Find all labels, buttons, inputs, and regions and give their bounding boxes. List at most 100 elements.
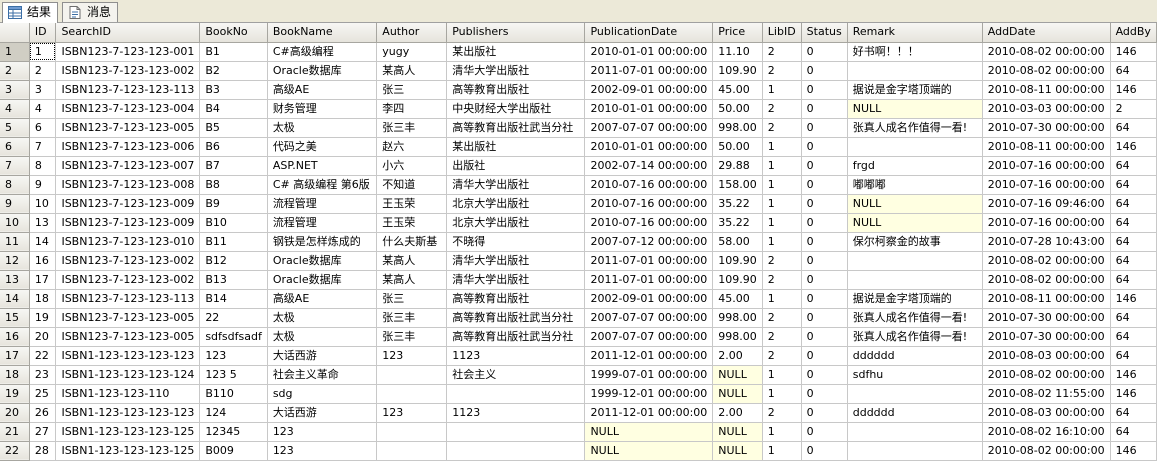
cell-libid[interactable]: 2	[762, 251, 802, 271]
row-number[interactable]: 14	[0, 289, 30, 309]
cell-publishers[interactable]: 清华大学出版社	[446, 251, 586, 271]
cell-bookno[interactable]: B8	[199, 175, 268, 195]
cell-searchid[interactable]: ISBN123-7-123-123-006	[55, 137, 201, 157]
cell-publicationdate[interactable]: 2011-07-01 00:00:00	[584, 251, 714, 271]
cell-searchid[interactable]: ISBN123-7-123-123-001	[55, 42, 201, 62]
cell-publicationdate[interactable]: 2010-07-16 00:00:00	[584, 213, 714, 233]
cell-price[interactable]: 998.00	[712, 308, 763, 328]
cell-publicationdate[interactable]: 2011-12-01 00:00:00	[584, 403, 714, 423]
cell-publishers[interactable]	[446, 441, 586, 461]
cell-id[interactable]: 2	[29, 61, 57, 81]
column-header-addby[interactable]: AddBy	[1110, 23, 1157, 43]
table-row[interactable]: 6 7 ISBN123-7-123-123-006 B6 代码之美 赵六 某出版社 2010-…	[0, 137, 1157, 157]
cell-bookname[interactable]: 大话西游	[267, 403, 378, 423]
cell-publicationdate[interactable]: 1999-12-01 00:00:00	[584, 384, 714, 404]
cell-price[interactable]: NULL	[712, 422, 763, 442]
cell-bookname[interactable]: Oracle数据库	[267, 251, 378, 271]
cell-author[interactable]	[376, 384, 448, 404]
cell-addby[interactable]: 64	[1110, 308, 1157, 328]
cell-remark[interactable]: sdfhu	[847, 365, 983, 385]
cell-id[interactable]: 7	[29, 137, 57, 157]
table-row[interactable]: 5 6 ISBN123-7-123-123-005 B5 太极 张三丰 高等教育出版社武当分…	[0, 118, 1157, 138]
cell-adddate[interactable]: 2010-03-03 00:00:00	[982, 99, 1111, 119]
cell-bookno[interactable]: B110	[199, 384, 268, 404]
table-row[interactable]: 11 14 ISBN123-7-123-123-010 B11 钢铁是怎样炼成的 什么夫斯…	[0, 232, 1157, 252]
cell-adddate[interactable]: 2010-08-02 00:00:00	[982, 365, 1111, 385]
cell-searchid[interactable]: ISBN123-7-123-123-004	[55, 99, 201, 119]
cell-searchid[interactable]: ISBN123-7-123-123-009	[55, 213, 201, 233]
cell-adddate[interactable]: 2010-08-03 00:00:00	[982, 346, 1111, 366]
cell-publicationdate[interactable]: 2010-01-01 00:00:00	[584, 137, 714, 157]
cell-author[interactable]: 小六	[376, 156, 448, 176]
cell-id[interactable]: 22	[29, 346, 57, 366]
cell-author[interactable]: 不知道	[376, 175, 448, 195]
cell-publishers[interactable]: 1123	[446, 403, 586, 423]
cell-status[interactable]: 0	[801, 194, 848, 214]
cell-id[interactable]: 20	[29, 327, 57, 347]
column-header-status[interactable]: Status	[801, 23, 848, 43]
cell-id[interactable]: 4	[29, 99, 57, 119]
cell-publishers[interactable]: 某出版社	[446, 42, 586, 62]
cell-adddate[interactable]: 2010-08-02 00:00:00	[982, 61, 1111, 81]
cell-bookname[interactable]: 太极	[267, 327, 378, 347]
cell-publicationdate[interactable]: 2002-09-01 00:00:00	[584, 80, 714, 100]
cell-status[interactable]: 0	[801, 99, 848, 119]
cell-addby[interactable]: 2	[1110, 99, 1157, 119]
cell-bookno[interactable]: B12	[199, 251, 268, 271]
cell-searchid[interactable]: ISBN123-7-123-123-113	[55, 289, 201, 309]
cell-bookno[interactable]: B9	[199, 194, 268, 214]
cell-price[interactable]: 109.90	[712, 270, 763, 290]
cell-remark[interactable]: dddddd	[847, 403, 983, 423]
cell-remark[interactable]: 保尔柯察金的故事	[847, 232, 983, 252]
cell-price[interactable]: 35.22	[712, 213, 763, 233]
row-number[interactable]: 7	[0, 156, 30, 176]
cell-adddate[interactable]: 2010-07-16 00:00:00	[982, 175, 1111, 195]
cell-searchid[interactable]: ISBN123-7-123-123-007	[55, 156, 201, 176]
cell-publishers[interactable]	[446, 422, 586, 442]
cell-libid[interactable]: 2	[762, 61, 802, 81]
column-header-id[interactable]: ID	[29, 23, 57, 43]
cell-addby[interactable]: 64	[1110, 61, 1157, 81]
cell-remark[interactable]: 张真人成名作值得一看!	[847, 327, 983, 347]
cell-remark[interactable]	[847, 251, 983, 271]
cell-publishers[interactable]: 高等教育出版社	[446, 289, 586, 309]
table-row[interactable]: 15 19 ISBN123-7-123-123-005 22 太极 张三丰 高等教育出版社武…	[0, 308, 1157, 328]
cell-searchid[interactable]: ISBN123-7-123-123-002	[55, 270, 201, 290]
cell-author[interactable]: 某高人	[376, 270, 448, 290]
cell-author[interactable]: 张三丰	[376, 308, 448, 328]
cell-status[interactable]: 0	[801, 365, 848, 385]
cell-price[interactable]: 998.00	[712, 327, 763, 347]
cell-remark[interactable]: 张真人成名作值得一看!	[847, 118, 983, 138]
cell-bookno[interactable]: 124	[199, 403, 268, 423]
cell-bookno[interactable]: B1	[199, 42, 268, 62]
cell-remark[interactable]: 好书啊！！！	[847, 42, 983, 62]
cell-status[interactable]: 0	[801, 42, 848, 62]
table-row[interactable]: 20 26 ISBN1-123-123-123-123 124 大话西游 123 1123 2…	[0, 403, 1157, 423]
row-number[interactable]: 20	[0, 403, 30, 423]
table-row[interactable]: 13 17 ISBN123-7-123-123-002 B13 Oracle数据库 某高人…	[0, 270, 1157, 290]
cell-id[interactable]: 1	[29, 42, 57, 62]
cell-bookno[interactable]: B2	[199, 61, 268, 81]
cell-author[interactable]	[376, 365, 448, 385]
cell-publicationdate[interactable]: 2002-07-14 00:00:00	[584, 156, 714, 176]
cell-libid[interactable]: 1	[762, 232, 802, 252]
cell-publicationdate[interactable]: 2010-07-16 00:00:00	[584, 175, 714, 195]
row-number[interactable]: 12	[0, 251, 30, 271]
cell-searchid[interactable]: ISBN123-7-123-123-113	[55, 80, 201, 100]
table-row[interactable]: 1 1 ISBN123-7-123-123-001 B1 C#高级编程 yugy 某出版社 2…	[0, 42, 1157, 62]
cell-addby[interactable]: 64	[1110, 232, 1157, 252]
table-row[interactable]: 4 4 ISBN123-7-123-123-004 B4 财务管理 李四 中央财经大学出版社…	[0, 99, 1157, 119]
cell-bookno[interactable]: B10	[199, 213, 268, 233]
cell-bookname[interactable]: 代码之美	[267, 137, 378, 157]
table-row[interactable]: 22 28 ISBN1-123-123-123-125 B009 123 NULL NULL…	[0, 441, 1157, 461]
cell-status[interactable]: 0	[801, 403, 848, 423]
cell-searchid[interactable]: ISBN123-7-123-123-002	[55, 61, 201, 81]
row-number[interactable]: 19	[0, 384, 30, 404]
column-header-libid[interactable]: LibID	[762, 23, 802, 43]
cell-publishers[interactable]: 1123	[446, 346, 586, 366]
cell-status[interactable]: 0	[801, 289, 848, 309]
row-number[interactable]: 16	[0, 327, 30, 347]
cell-addby[interactable]: 64	[1110, 118, 1157, 138]
cell-price[interactable]: 50.00	[712, 137, 763, 157]
cell-addby[interactable]: 64	[1110, 270, 1157, 290]
